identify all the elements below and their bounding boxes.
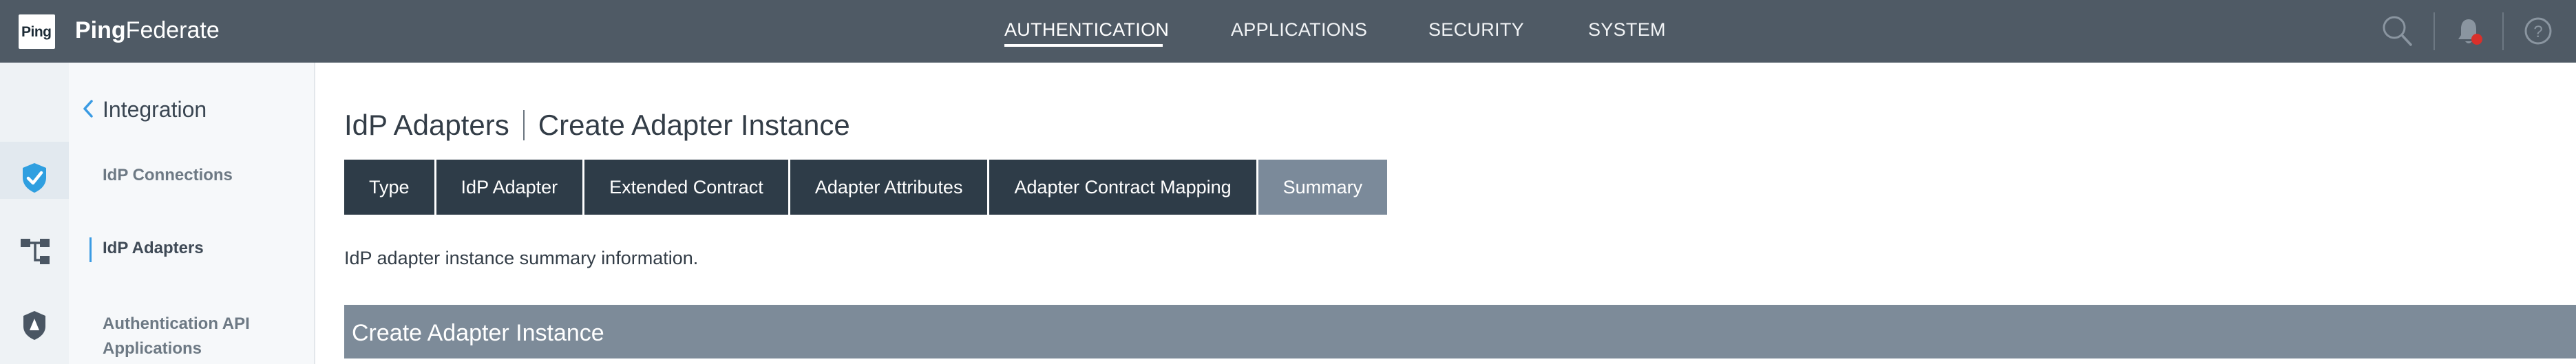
page-title-action: Create Adapter Instance — [538, 109, 850, 141]
title-separator — [522, 110, 525, 140]
sidebar-item-idp-adapters[interactable]: IdP Adapters — [103, 239, 204, 258]
nav-active-underline — [1004, 44, 1163, 47]
tab-extended-contract[interactable]: Extended Contract — [584, 160, 790, 215]
connections-tree-icon[interactable] — [19, 237, 51, 267]
nav-system[interactable]: SYSTEM — [1588, 19, 1666, 41]
section-title: Create Adapter Instance — [352, 320, 604, 346]
policy-badge-icon[interactable] — [21, 310, 48, 341]
shield-check-icon[interactable] — [19, 161, 50, 194]
help-icon[interactable]: ? — [2523, 16, 2553, 46]
summary-info-text: IdP adapter instance summary information… — [344, 248, 699, 268]
ping-logo[interactable]: Ping — [19, 14, 55, 49]
sidebar-item-label: Authentication API — [103, 314, 250, 333]
svg-text:?: ? — [2533, 23, 2542, 41]
nav-applications[interactable]: APPLICATIONS — [1231, 19, 1367, 41]
tab-summary[interactable]: Summary — [1258, 160, 1388, 215]
sidebar-item-label-line2: Applications — [103, 339, 202, 358]
chevron-left-icon[interactable] — [83, 100, 94, 118]
nav-security[interactable]: SECURITY — [1428, 19, 1524, 41]
top-divider — [2502, 12, 2504, 50]
product-name-bold: Ping — [75, 17, 126, 43]
tab-idp-adapter[interactable]: IdP Adapter — [436, 160, 585, 215]
page-title: IdP Adapters Create Adapter Instance — [344, 109, 850, 142]
tab-adapter-attributes[interactable]: Adapter Attributes — [790, 160, 990, 215]
logo-text: Ping — [21, 24, 52, 40]
top-bar: Ping PingFederate AUTHENTICATION APPLICA… — [0, 0, 2576, 63]
nav-authentication[interactable]: AUTHENTICATION — [1004, 19, 1169, 41]
wizard-tabs: Type IdP Adapter Extended Contract Adapt… — [344, 160, 1388, 215]
sidebar-item-authentication-api-applications[interactable]: Authentication API Applications — [103, 312, 250, 361]
sidebar-active-indicator — [89, 237, 92, 262]
tab-adapter-contract-mapping[interactable]: Adapter Contract Mapping — [989, 160, 1258, 215]
sidebar-back-integration[interactable]: Integration — [103, 97, 207, 122]
sidebar-item-idp-connections[interactable]: IdP Connections — [103, 166, 233, 185]
notification-bell-icon[interactable] — [2455, 15, 2485, 48]
product-name: PingFederate — [75, 17, 220, 44]
top-divider — [2434, 12, 2435, 50]
product-name-rest: Federate — [125, 17, 220, 43]
page-title-section: IdP Adapters — [344, 109, 509, 141]
tab-type[interactable]: Type — [344, 160, 436, 215]
section-header[interactable]: Create Adapter Instance — [344, 305, 2576, 358]
search-icon[interactable] — [2380, 14, 2414, 48]
